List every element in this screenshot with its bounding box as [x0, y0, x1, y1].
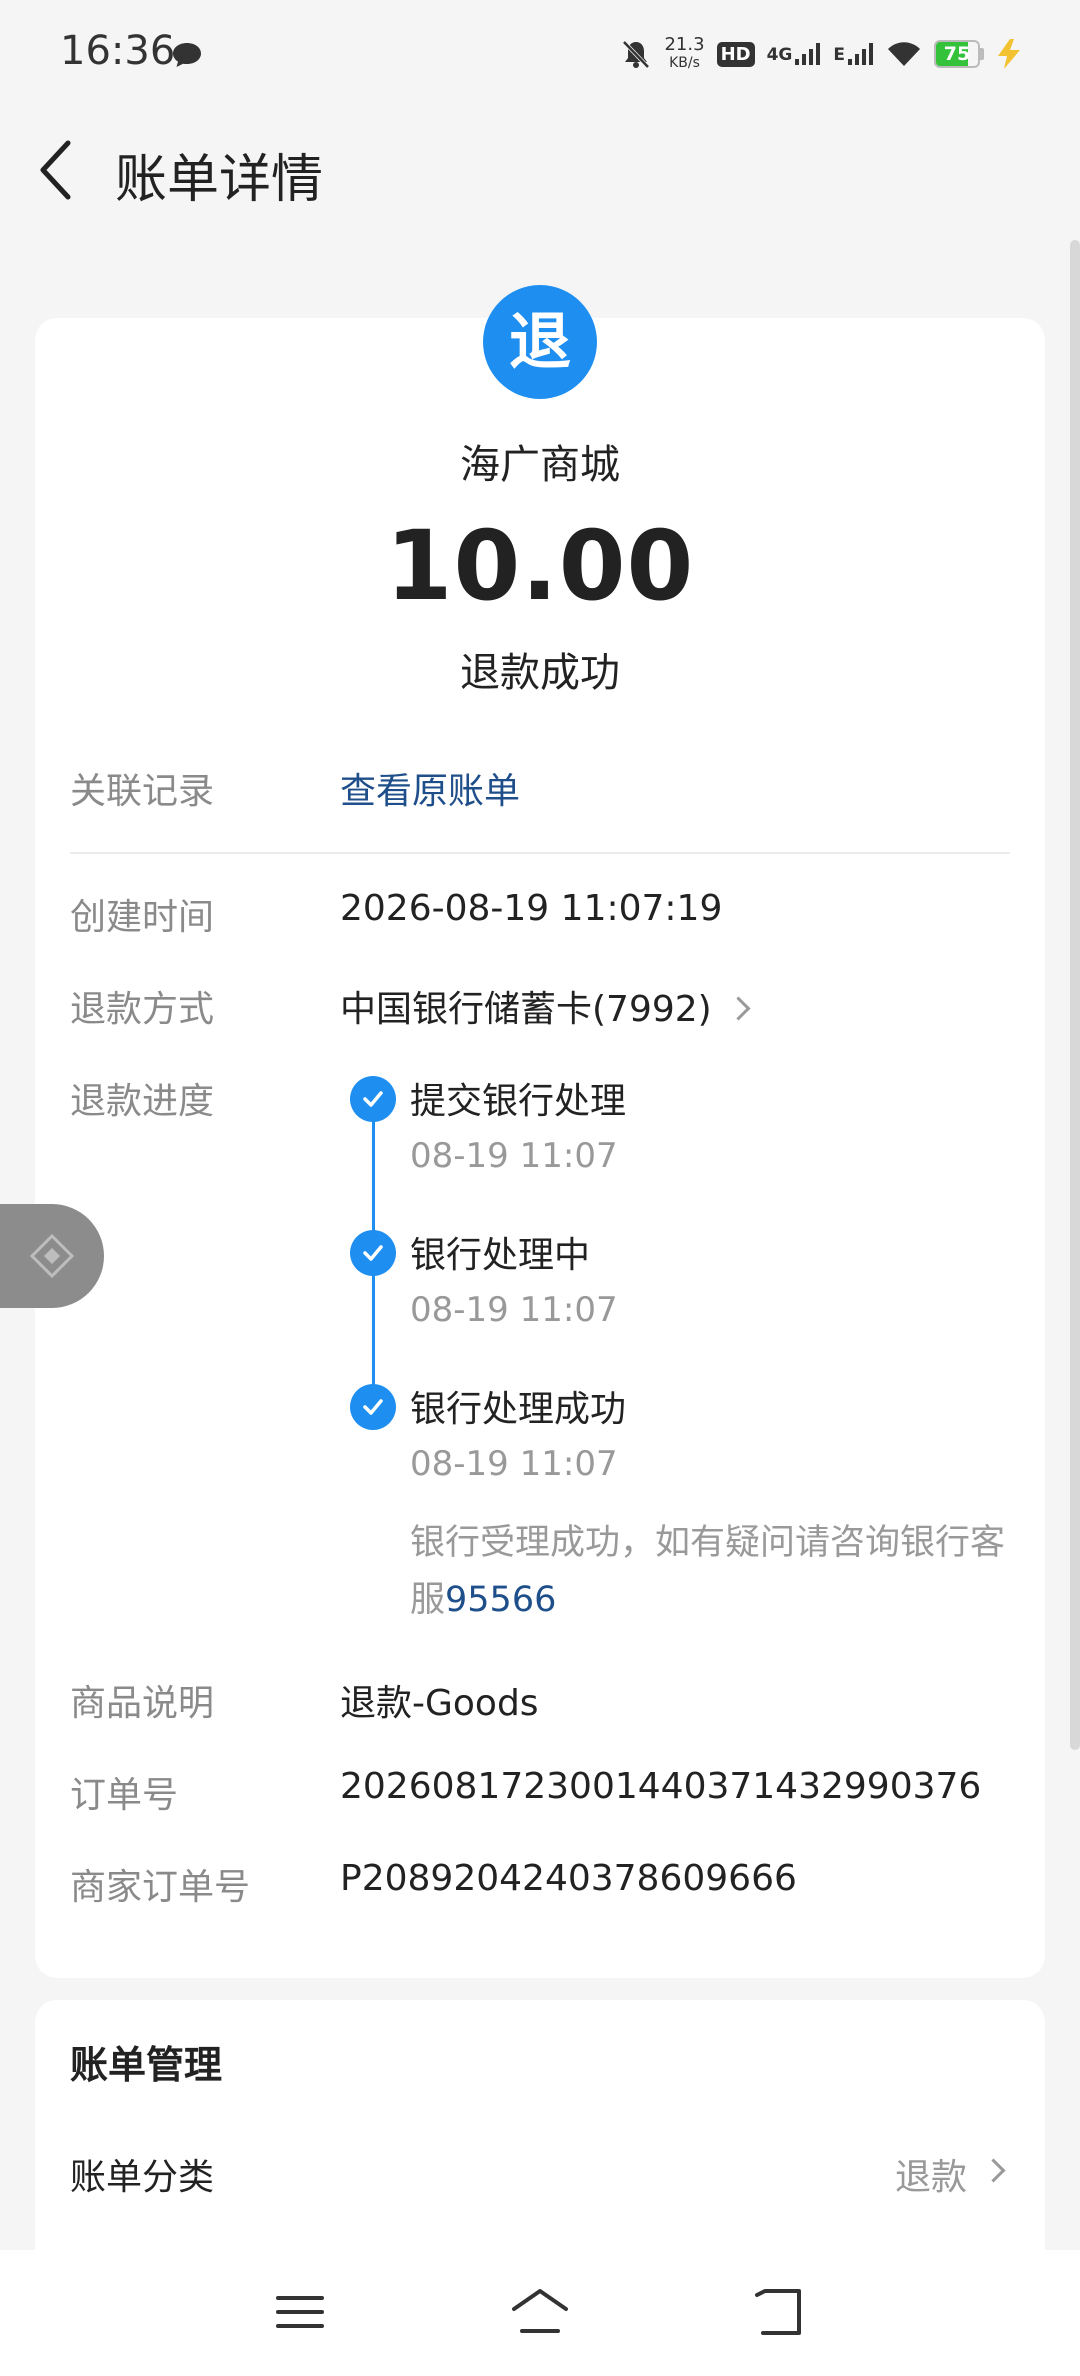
signal-bars-icon [848, 43, 873, 65]
status-bar: 16:36 21.3 KB/s HD 4G E 75 [0, 0, 1080, 110]
diamond-icon [29, 1233, 75, 1279]
created-time-label: 创建时间 [70, 897, 215, 938]
refund-status: 退款成功 [460, 650, 620, 696]
merchant-name: 海广商城 [460, 442, 620, 488]
page-title: 账单详情 [115, 150, 324, 210]
check-icon [350, 1076, 396, 1122]
signal-e-label: E [833, 45, 845, 65]
order-number-value[interactable]: 2026081723001440371432990376 [340, 1766, 981, 1807]
home-icon [512, 2289, 568, 2333]
bill-management-title: 账单管理 [70, 2043, 223, 2087]
divider [70, 852, 1010, 854]
status-icons: 21.3 KB/s HD 4G E 75 [620, 34, 1022, 74]
related-record-label: 关联记录 [70, 771, 215, 812]
chevron-right-icon [981, 2157, 1006, 2183]
back-arrow-icon [40, 140, 71, 200]
bill-category-value: 退款 [894, 2157, 967, 2198]
created-time-value: 2026-08-19 11:07:19 [340, 888, 723, 929]
bill-category-label: 账单分类 [70, 2157, 215, 2198]
back-nav-icon [755, 2289, 801, 2335]
hd-badge: HD [716, 41, 755, 67]
merchant-order-label: 商家订单号 [70, 1867, 251, 1908]
bill-category-row[interactable]: 退款 [894, 2148, 1006, 2200]
step-time: 08-19 11:07 [410, 1290, 618, 1330]
system-nav-bar [0, 2250, 1080, 2376]
net-speed-value: 21.3 [664, 34, 705, 55]
step-title: 提交银行处理 [410, 1081, 627, 1122]
step-title: 银行处理成功 [410, 1389, 627, 1430]
signal-bars-icon [795, 43, 821, 65]
goods-value: 退款-Goods [340, 1683, 539, 1724]
step-title: 银行处理中 [410, 1235, 591, 1276]
step-time: 08-19 11:07 [410, 1444, 618, 1484]
amount: 10.00 [385, 510, 695, 622]
check-icon [350, 1230, 396, 1276]
battery-body: 75 [934, 40, 980, 68]
status-time: 16:36 [60, 28, 176, 74]
chevron-right-icon [726, 996, 751, 1021]
menu-button[interactable] [265, 2282, 335, 2342]
order-number-label: 订单号 [70, 1775, 179, 1816]
mute-bell-icon [623, 40, 650, 69]
signal-e: E [833, 43, 874, 65]
net-speed: 21.3 KB/s [664, 36, 704, 72]
message-icon [173, 43, 201, 67]
signal-4g: 4G [767, 43, 822, 65]
refund-method-row[interactable]: 中国银行储蓄卡(7992) [340, 980, 751, 1032]
battery: 75 [934, 40, 984, 68]
charging-icon [998, 39, 1020, 69]
wifi-icon [888, 42, 920, 66]
home-button[interactable] [505, 2282, 575, 2342]
floating-assistant-button[interactable] [0, 1204, 104, 1308]
step-time: 08-19 11:07 [410, 1136, 618, 1176]
signal-4g-label: 4G [766, 45, 793, 65]
battery-level: 75 [943, 43, 971, 65]
bank-phone-link[interactable]: 95566 [445, 1580, 556, 1620]
menu-icon [276, 2296, 324, 2328]
refund-method-label: 退款方式 [70, 989, 215, 1030]
back-nav-button[interactable] [745, 2282, 815, 2342]
refund-progress-label: 退款进度 [70, 1081, 215, 1122]
battery-cap [980, 48, 984, 60]
net-speed-unit: KB/s [669, 55, 700, 71]
header: 账单详情 [0, 110, 1080, 230]
back-button[interactable] [28, 130, 108, 210]
refund-icon: 退 [483, 285, 597, 399]
view-original-bill-link[interactable]: 查看原账单 [340, 762, 520, 814]
merchant-order-value[interactable]: P2089204240378609666 [340, 1858, 797, 1899]
check-icon [350, 1384, 396, 1430]
screen: 16:36 21.3 KB/s HD 4G E 75 账单详情 退 海广商城 1… [0, 0, 1080, 2376]
bank-note: 银行受理成功，如有疑问请咨询银行客服95566 [410, 1515, 1010, 1629]
refund-method-value: 中国银行储蓄卡(7992) [340, 989, 712, 1030]
goods-label: 商品说明 [70, 1683, 215, 1724]
